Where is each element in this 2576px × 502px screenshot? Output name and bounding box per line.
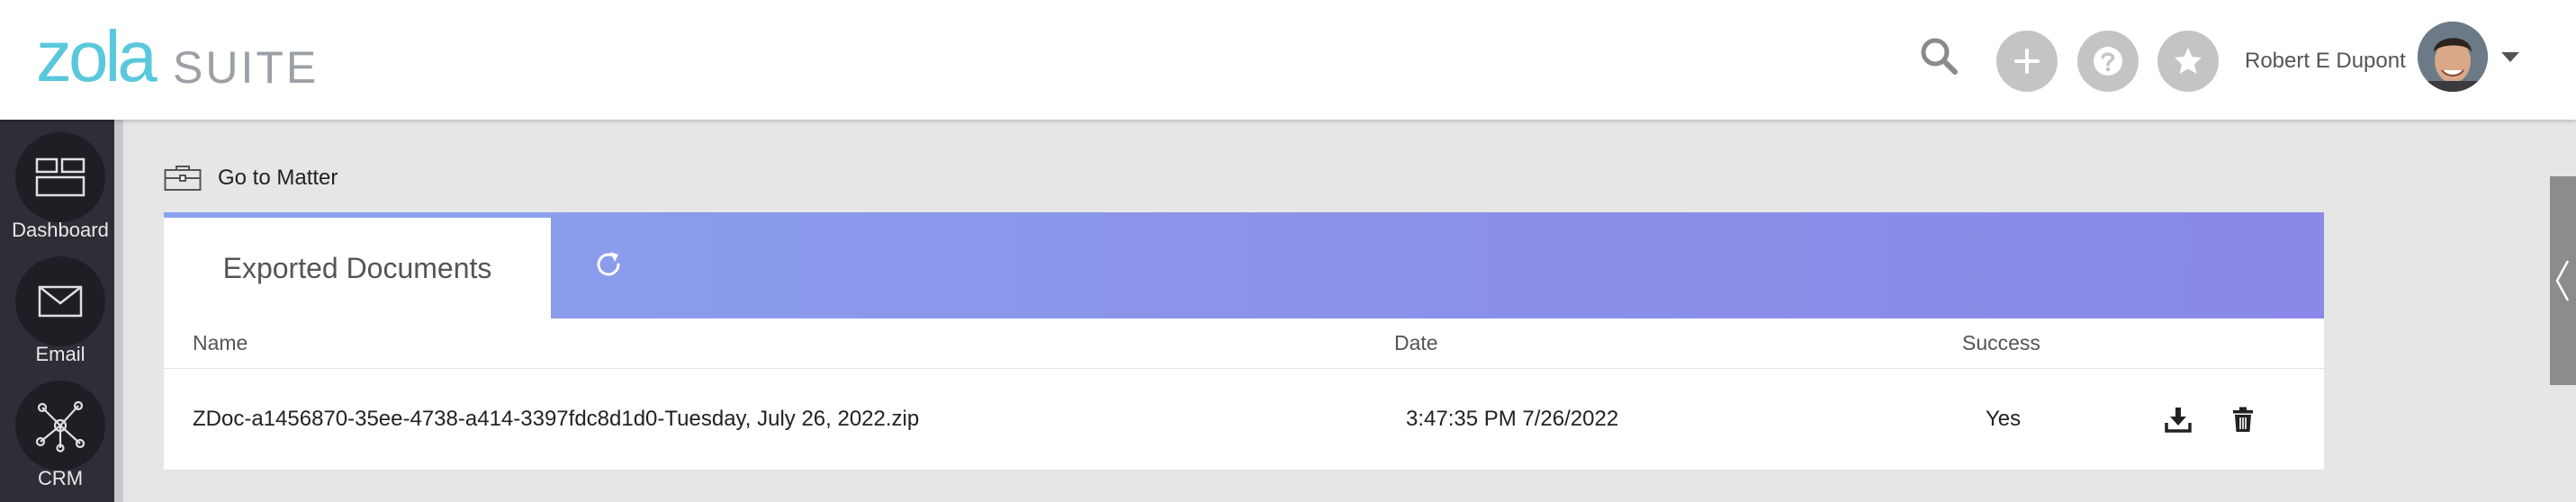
zolasuite-logo[interactable]: zola SUITE: [36, 16, 316, 96]
sidebar-item-label: Email: [35, 343, 86, 365]
sidebar-item-label: Dashboard: [12, 219, 109, 241]
briefcase-icon: [164, 166, 202, 191]
top-header: zola SUITE Robert E Dupont: [0, 0, 2576, 120]
trash-icon[interactable]: [2229, 405, 2257, 434]
favorites-button[interactable]: [2157, 31, 2219, 92]
column-header-name[interactable]: Name: [193, 331, 248, 355]
logo-primary-text: zola: [36, 16, 158, 96]
plus-icon: [2014, 49, 2040, 74]
table-row: ZDoc-a1456870-35ee-4738-a414-3397fdc8d1d…: [164, 369, 2324, 470]
star-icon: [2175, 48, 2202, 74]
tab-bar: Exported Documents: [164, 212, 2324, 318]
sidebar-item-dashboard[interactable]: Dashboard: [0, 120, 121, 246]
sidebar-divider: [114, 120, 123, 502]
row-date: 3:47:35 PM 7/26/2022: [1406, 407, 1619, 431]
user-avatar[interactable]: [2418, 22, 2488, 92]
question-icon: [2094, 47, 2122, 76]
exported-documents-panel: Exported Documents Name Date Success ZDo…: [164, 212, 2324, 470]
logo-secondary-text: SUITE: [173, 42, 320, 93]
tab-exported-documents[interactable]: Exported Documents: [164, 212, 551, 318]
tab-label: Exported Documents: [222, 251, 492, 284]
go-to-matter-link[interactable]: Go to Matter: [164, 160, 338, 196]
chevron-left-icon: [2555, 260, 2570, 301]
envelope-icon: [15, 256, 105, 346]
user-name[interactable]: Robert E Dupont: [2245, 49, 2406, 74]
row-success: Yes: [1986, 407, 2022, 431]
left-sidebar: Dashboard Email CRM: [0, 120, 114, 502]
download-icon[interactable]: [2164, 405, 2193, 434]
search-icon[interactable]: [1917, 34, 1962, 79]
network-icon: [15, 381, 105, 471]
column-header-success[interactable]: Success: [1962, 331, 2040, 355]
sidebar-item-email[interactable]: Email: [0, 244, 121, 370]
sidebar-item-label: CRM: [37, 467, 84, 489]
dashboard-icon: [15, 132, 105, 222]
table-header: Name Date Success: [164, 318, 2324, 369]
help-button[interactable]: [2077, 31, 2139, 92]
right-drawer-toggle[interactable]: [2550, 176, 2576, 385]
sidebar-item-crm[interactable]: CRM: [0, 368, 121, 494]
column-header-date[interactable]: Date: [1394, 331, 1438, 355]
row-file-name: ZDoc-a1456870-35ee-4738-a414-3397fdc8d1d…: [193, 407, 920, 431]
refresh-icon[interactable]: [590, 247, 626, 282]
go-to-matter-label: Go to Matter: [218, 166, 338, 190]
add-button[interactable]: [1996, 31, 2058, 92]
user-menu-caret-icon[interactable]: [2501, 52, 2519, 62]
